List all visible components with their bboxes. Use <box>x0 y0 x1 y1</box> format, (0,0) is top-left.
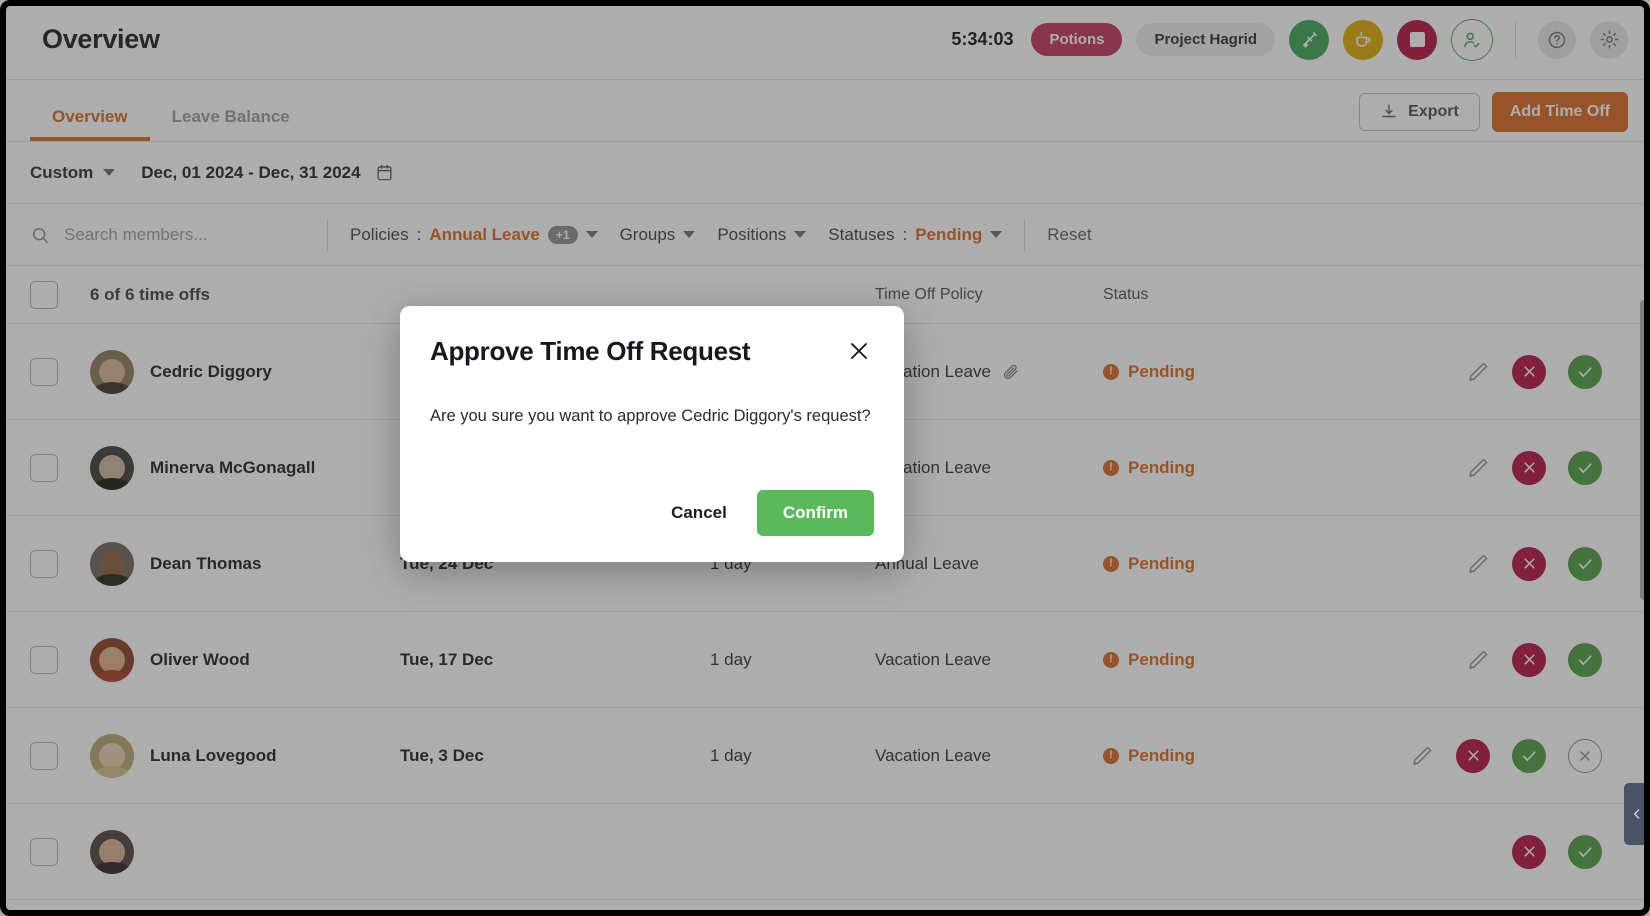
scrollbar-thumb[interactable] <box>1640 300 1648 600</box>
table-scrollbar[interactable] <box>1640 300 1648 912</box>
modal-message: Are you sure you want to approve Cedric … <box>430 407 874 426</box>
modal-footer: Cancel Confirm <box>430 490 874 536</box>
close-icon[interactable] <box>844 336 874 366</box>
modal-title: Approve Time Off Request <box>430 336 750 367</box>
modal-header: Approve Time Off Request <box>430 336 874 367</box>
cancel-button[interactable]: Cancel <box>655 491 743 535</box>
app-window: Overview 5:34:03 Potions Project Hagrid <box>0 0 1650 916</box>
confirm-button[interactable]: Confirm <box>757 490 874 536</box>
approve-time-off-modal: Approve Time Off Request Are you sure yo… <box>400 306 904 562</box>
